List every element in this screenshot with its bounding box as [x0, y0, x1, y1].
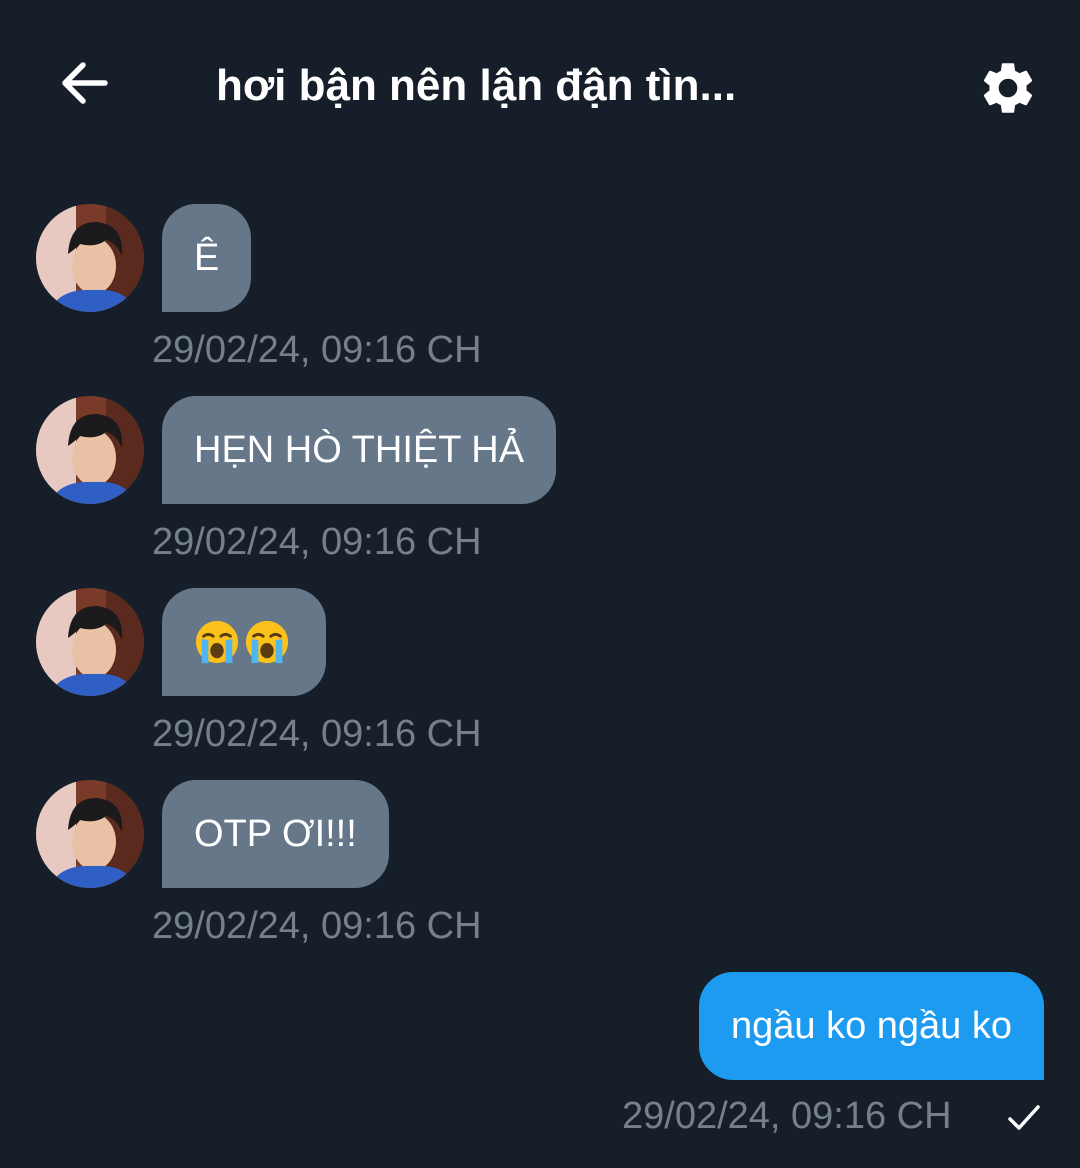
gear-icon: [983, 63, 1033, 113]
message-text: HẸN HÒ THIỆT HẢ: [194, 428, 525, 471]
message-text: OTP ƠI!!!: [194, 812, 357, 855]
message-bubble-incoming[interactable]: HẸN HÒ THIỆT HẢ: [162, 396, 557, 504]
arrow-left-icon: [62, 62, 108, 104]
avatar[interactable]: [36, 588, 144, 696]
message-text: Ê: [194, 236, 220, 279]
message-timestamp: 29/02/24, 09:16 CH: [152, 329, 482, 371]
message-timestamp: 29/02/24, 09:16 CH: [152, 905, 482, 947]
settings-button[interactable]: [970, 50, 1046, 126]
conversation-title[interactable]: hơi bận nên lận đận tìn...: [216, 58, 856, 114]
message-bubble-outgoing[interactable]: ngầu ko ngầu ko: [698, 972, 1044, 1080]
avatar[interactable]: [36, 396, 144, 504]
chat-header: hơi bận nên lận đận tìn...: [0, 0, 1080, 170]
message-timestamp: 29/02/24, 09:16 CH: [152, 521, 482, 563]
loudly-crying-face-icon: [245, 620, 289, 664]
message-timestamp: 29/02/24, 09:16 CH: [152, 713, 482, 755]
message-timestamp: 29/02/24, 09:16 CH: [622, 1095, 952, 1137]
avatar[interactable]: [36, 204, 144, 312]
message-text: ngầu ko ngầu ko: [730, 1004, 1012, 1047]
message-bubble-incoming[interactable]: [162, 588, 326, 696]
message-bubble-incoming[interactable]: OTP ƠI!!!: [162, 780, 389, 888]
check-icon: [1008, 1105, 1040, 1130]
avatar[interactable]: [36, 780, 144, 888]
loudly-crying-face-icon: [195, 620, 239, 664]
back-button[interactable]: [52, 50, 118, 116]
message-bubble-incoming[interactable]: Ê: [162, 204, 252, 312]
